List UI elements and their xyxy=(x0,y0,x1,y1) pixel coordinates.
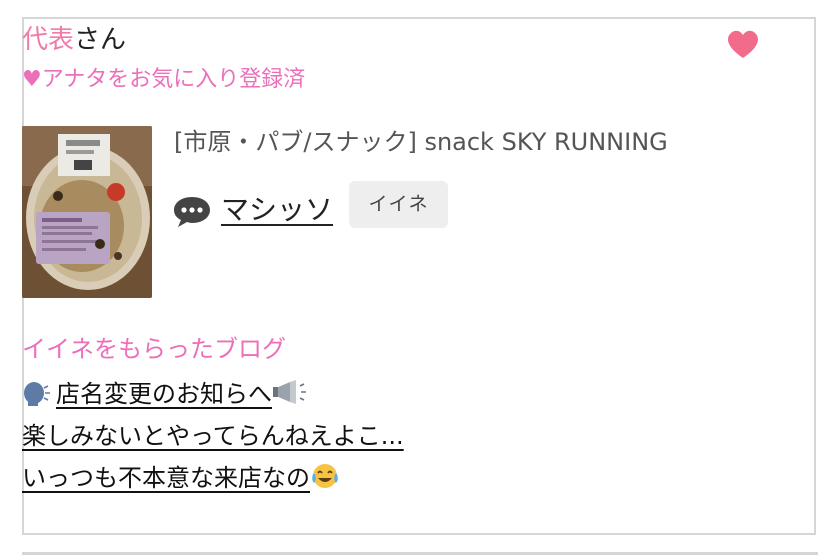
sender-role: 代表 xyxy=(22,25,75,55)
heart-icon xyxy=(728,30,758,58)
list-item: いっつも不本意な来店なの xyxy=(22,458,404,500)
sender-suffix: さん xyxy=(74,25,127,55)
blog-post-title: 楽しみないとやってらんねえよこ... xyxy=(22,422,404,450)
blog-post-title: いっつも不本意な来店なの xyxy=(22,464,310,492)
like-badge: イイネ xyxy=(349,181,448,228)
blog-post-link[interactable]: 楽しみないとやってらんねえよこ... xyxy=(22,422,404,450)
blog-post-link[interactable]: いっつも不本意な来店なの xyxy=(22,464,340,492)
favorite-heart-button[interactable] xyxy=(723,24,763,64)
favorite-status: ♥アナタをお気に入り登録済 xyxy=(22,67,306,92)
speaking-head-emoji xyxy=(22,378,56,418)
tears-of-joy-emoji xyxy=(310,462,340,502)
sender-name: 代表さん xyxy=(22,22,126,58)
megaphone-emoji xyxy=(272,378,308,418)
thumbnail-image xyxy=(22,126,152,298)
speech-bubble-icon xyxy=(172,194,212,228)
next-card-top-border xyxy=(22,552,818,555)
liked-blog-list: 店名変更のお知らへ 楽しみないとやってらんねえよこ... いっつも不本意な来店な… xyxy=(22,374,404,500)
post-thumbnail[interactable] xyxy=(22,126,152,298)
shop-info[interactable]: [市原・パブ/スナック] snack SKY RUNNING xyxy=(174,124,668,160)
blog-post-title: 店名変更のお知らへ xyxy=(56,380,272,408)
list-item: 店名変更のお知らへ xyxy=(22,374,404,416)
list-item: 楽しみないとやってらんねえよこ... xyxy=(22,416,404,458)
liked-blogs-heading: イイネをもらったブログ xyxy=(22,335,286,363)
user-name-link[interactable]: マシッソ xyxy=(221,190,333,230)
blog-post-link[interactable]: 店名変更のお知らへ xyxy=(22,380,308,408)
